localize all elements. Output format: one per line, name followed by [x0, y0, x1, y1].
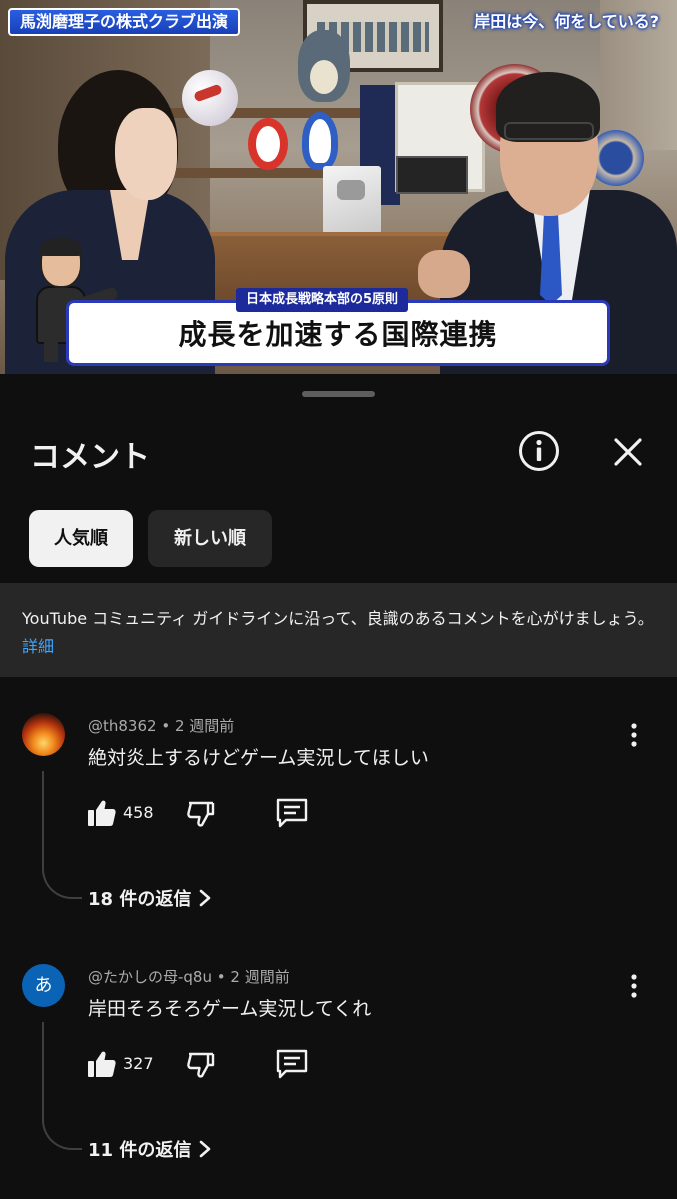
- comment-meta: @th8362 • 2 週間前: [88, 715, 234, 736]
- mascot-figure-blue: [302, 112, 338, 170]
- chevron-right-icon: [199, 889, 211, 912]
- like-count: 327: [123, 1054, 154, 1073]
- caption-subtitle: 日本成長戦略本部の5原則: [236, 288, 409, 312]
- avatar[interactable]: あ: [22, 964, 65, 1007]
- comment-author[interactable]: @th8362: [88, 717, 157, 735]
- info-icon[interactable]: [518, 430, 560, 472]
- play-button-plaque: [323, 166, 381, 234]
- meta-separator: •: [216, 968, 231, 986]
- close-icon[interactable]: [608, 432, 648, 472]
- plush-toy: [298, 30, 350, 102]
- chevron-right-icon: [199, 1140, 211, 1163]
- video-player[interactable]: 馬渕磨理子の株式クラブ出演 岸田は今、何をしている? 日本成長戦略本部の5原則 …: [0, 0, 677, 374]
- overlay-tag-left: 馬渕磨理子の株式クラブ出演: [8, 8, 241, 36]
- community-guideline-banner: YouTube コミュニティ ガイドラインに沿って、良識のあるコメントを心がけま…: [0, 583, 677, 677]
- guest-hand: [418, 250, 470, 298]
- comment-time: 2 週間前: [174, 717, 235, 735]
- sort-chip-top[interactable]: 人気順: [29, 510, 133, 567]
- like-count: 458: [123, 803, 154, 822]
- thread-line: [42, 1022, 82, 1150]
- model-car-display: [396, 156, 468, 194]
- replies-label: 18 件の返信: [88, 889, 192, 910]
- reply-icon[interactable]: [274, 797, 310, 829]
- overlay-tag-right: 岸田は今、何をしている?: [474, 12, 659, 31]
- comment-text: 岸田そろそろゲーム実況してくれ: [88, 998, 372, 1020]
- sort-chip-newest[interactable]: 新しい順: [148, 510, 272, 567]
- view-replies-button[interactable]: 11 件の返信: [88, 1136, 211, 1163]
- thumb-up-icon[interactable]: [86, 1048, 118, 1080]
- replies-label: 11 件の返信: [88, 1140, 192, 1161]
- comment-text: 絶対炎上するけどゲーム実況してほしい: [88, 747, 429, 769]
- comment-author[interactable]: @たかしの母-q8u: [88, 968, 212, 986]
- guest-glasses: [504, 122, 594, 140]
- guideline-details-link[interactable]: 詳細: [22, 637, 54, 656]
- more-vert-icon[interactable]: [622, 721, 646, 749]
- comment-meta: @たかしの母-q8u • 2 週間前: [88, 966, 290, 987]
- view-replies-button[interactable]: 18 件の返信: [88, 885, 211, 912]
- thread-line: [42, 771, 82, 899]
- mascot-figure-red: [248, 118, 288, 170]
- thumb-down-icon[interactable]: [186, 797, 218, 829]
- comment-time: 2 週間前: [230, 968, 290, 986]
- comment-thread: @th8362 • 2 週間前 絶対炎上するけどゲーム実況してほしい 458 1…: [0, 713, 677, 943]
- signed-ball: [182, 70, 238, 126]
- thumb-up-icon[interactable]: [86, 797, 118, 829]
- avatar[interactable]: [22, 713, 65, 756]
- character-hair: [40, 238, 82, 256]
- comment-thread: あ @たかしの母-q8u • 2 週間前 岸田そろそろゲーム実況してくれ 327: [0, 964, 677, 1194]
- guideline-text: YouTube コミュニティ ガイドラインに沿って、良識のあるコメントを心がけま…: [22, 609, 654, 628]
- more-vert-icon[interactable]: [622, 972, 646, 1000]
- sheet-title: コメント: [30, 440, 150, 475]
- drag-handle[interactable]: [302, 391, 375, 397]
- reply-icon[interactable]: [274, 1048, 310, 1080]
- comments-sheet: コメント 人気順 新しい順 YouTube コミュニティ ガイドラインに沿って、…: [0, 374, 677, 1199]
- host-face: [115, 108, 177, 200]
- meta-separator: •: [161, 717, 175, 735]
- thumb-down-icon[interactable]: [186, 1048, 218, 1080]
